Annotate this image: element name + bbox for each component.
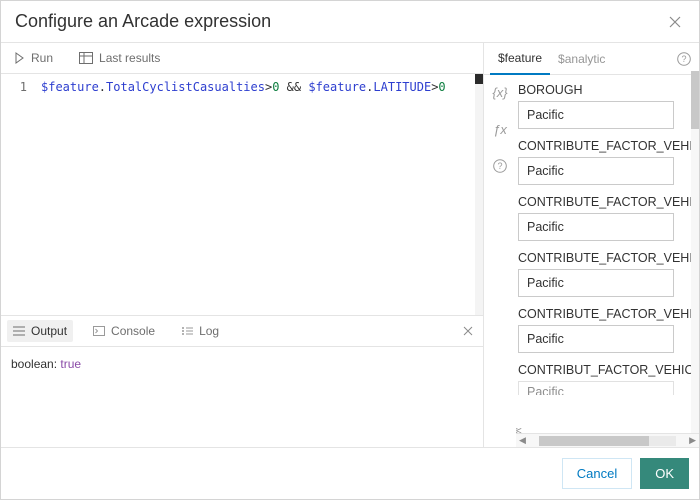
line-number: 1 <box>1 80 27 94</box>
field-name: CONTRIBUTE_FACTOR_VEHICLE <box>518 139 697 153</box>
tab-analytic[interactable]: $analytic <box>550 44 613 74</box>
token-var: $feature <box>308 80 366 94</box>
variables-button[interactable]: {x} <box>492 85 507 100</box>
editor-minimap[interactable] <box>475 74 483 315</box>
token-dot: . <box>99 80 106 94</box>
field-value: Pacific <box>518 101 674 129</box>
field-name: BOROUGH <box>518 83 697 97</box>
field-name: CONTRIBUTE_FACTOR_VEHICLE <box>518 251 697 265</box>
close-icon <box>669 16 681 28</box>
field-name: CONTRIBUT_FACTOR_VEHICLE_ <box>518 363 697 377</box>
help-icon: ? <box>677 52 691 66</box>
ok-button[interactable]: OK <box>640 458 689 489</box>
tab-log-label: Log <box>199 324 219 338</box>
field-row[interactable]: CONTRIBUTE_FACTOR_VEHICLE Pacific <box>518 307 697 353</box>
cancel-button[interactable]: Cancel <box>562 458 632 489</box>
field-row[interactable]: CONTRIBUT_FACTOR_VEHICLE_ Pacific <box>518 363 697 395</box>
code-editor[interactable]: 1 $feature.TotalCyclistCasualties>0 && $… <box>1 74 483 315</box>
help-icon: ? <box>493 159 507 173</box>
titlebar: Configure an Arcade expression <box>1 1 699 42</box>
output-icon <box>13 326 25 336</box>
result-tabs: Output Console Log <box>1 315 483 347</box>
close-button[interactable] <box>665 12 685 32</box>
run-button[interactable]: Run <box>9 49 57 67</box>
dialog-body: Run Last results 1 $feature.TotalCyclist… <box>1 42 699 447</box>
field-value: Pacific <box>518 325 674 353</box>
last-results-label: Last results <box>99 51 160 65</box>
svg-text:?: ? <box>497 161 502 171</box>
right-pane: $feature $analytic ? {x} ƒx ? <box>484 43 699 447</box>
log-icon <box>181 326 193 336</box>
field-row[interactable]: CONTRIBUTE_FACTOR_VEHICLE Pacific <box>518 139 697 185</box>
token-var: $feature <box>41 80 99 94</box>
output-type: boolean: <box>11 357 60 371</box>
left-pane: Run Last results 1 $feature.TotalCyclist… <box>1 43 484 447</box>
right-content: BOROUGH Pacific CONTRIBUTE_FACTOR_VEHICLE P… <box>516 75 699 447</box>
field-value: Pacific <box>518 157 674 185</box>
run-label: Run <box>31 51 53 65</box>
field-value: Pacific <box>518 213 674 241</box>
field-row[interactable]: BOROUGH Pacific <box>518 83 697 129</box>
collapse-panel-button[interactable]: << <box>516 426 520 437</box>
play-icon <box>13 52 25 64</box>
token-num: 0 <box>438 80 445 94</box>
editor-gutter: 1 <box>1 74 37 315</box>
tab-output[interactable]: Output <box>7 320 73 342</box>
tab-console[interactable]: Console <box>87 320 161 342</box>
tab-log[interactable]: Log <box>175 320 225 342</box>
workarea: Run Last results 1 $feature.TotalCyclist… <box>1 43 699 447</box>
code-line[interactable]: $feature.TotalCyclistCasualties>0 && $fe… <box>37 74 475 315</box>
output-value: true <box>60 357 81 371</box>
field-name: CONTRIBUTE_FACTOR_VEHICLE <box>518 307 697 321</box>
field-row[interactable]: CONTRIBUTE_FACTOR_VEHICLE Pacific <box>518 195 697 241</box>
tab-feature[interactable]: $feature <box>490 43 550 75</box>
editor-toolbar: Run Last results <box>1 43 483 74</box>
scroll-right-icon[interactable]: ▶ <box>686 435 699 446</box>
tab-output-label: Output <box>31 324 67 338</box>
strip-help-button[interactable]: ? <box>493 159 507 173</box>
close-icon <box>463 326 473 336</box>
arcade-expression-dialog: Configure an Arcade expression Run <box>0 0 700 500</box>
dialog-footer: Cancel OK <box>1 447 699 499</box>
svg-text:?: ? <box>681 54 686 64</box>
field-value: Pacific <box>518 381 674 395</box>
profile-tabs: $feature $analytic ? <box>484 43 699 75</box>
last-results-button[interactable]: Last results <box>75 49 164 67</box>
tab-console-label: Console <box>111 324 155 338</box>
help-button[interactable]: ? <box>675 46 693 72</box>
vscroll-thumb[interactable] <box>691 71 699 129</box>
field-name: CONTRIBUTE_FACTOR_VEHICLE <box>518 195 697 209</box>
token-prop: LATITUDE <box>373 80 431 94</box>
fields-list[interactable]: BOROUGH Pacific CONTRIBUTE_FACTOR_VEHICLE P… <box>516 75 699 433</box>
token-and: && <box>279 80 308 94</box>
horizontal-scrollbar[interactable]: ◀ ▶ <box>516 433 699 447</box>
right-strip: {x} ƒx ? <box>484 75 516 447</box>
field-value: Pacific <box>518 269 674 297</box>
token-prop: TotalCyclistCasualties <box>106 80 265 94</box>
scroll-track[interactable] <box>539 436 676 446</box>
vertical-scrollbar[interactable] <box>691 71 699 433</box>
right-side: {x} ƒx ? BOROUGHPacificCONTRIBUTE_FACTOR… <box>484 75 699 447</box>
console-icon <box>93 326 105 336</box>
scroll-thumb[interactable] <box>539 436 649 446</box>
dialog-title: Configure an Arcade expression <box>15 11 271 32</box>
output-panel: boolean: true <box>1 347 483 447</box>
field-row[interactable]: CONTRIBUTE_FACTOR_VEHICLE Pacific <box>518 251 697 297</box>
functions-button[interactable]: ƒx <box>493 122 507 137</box>
results-icon <box>79 52 93 64</box>
results-close-button[interactable] <box>459 324 477 338</box>
